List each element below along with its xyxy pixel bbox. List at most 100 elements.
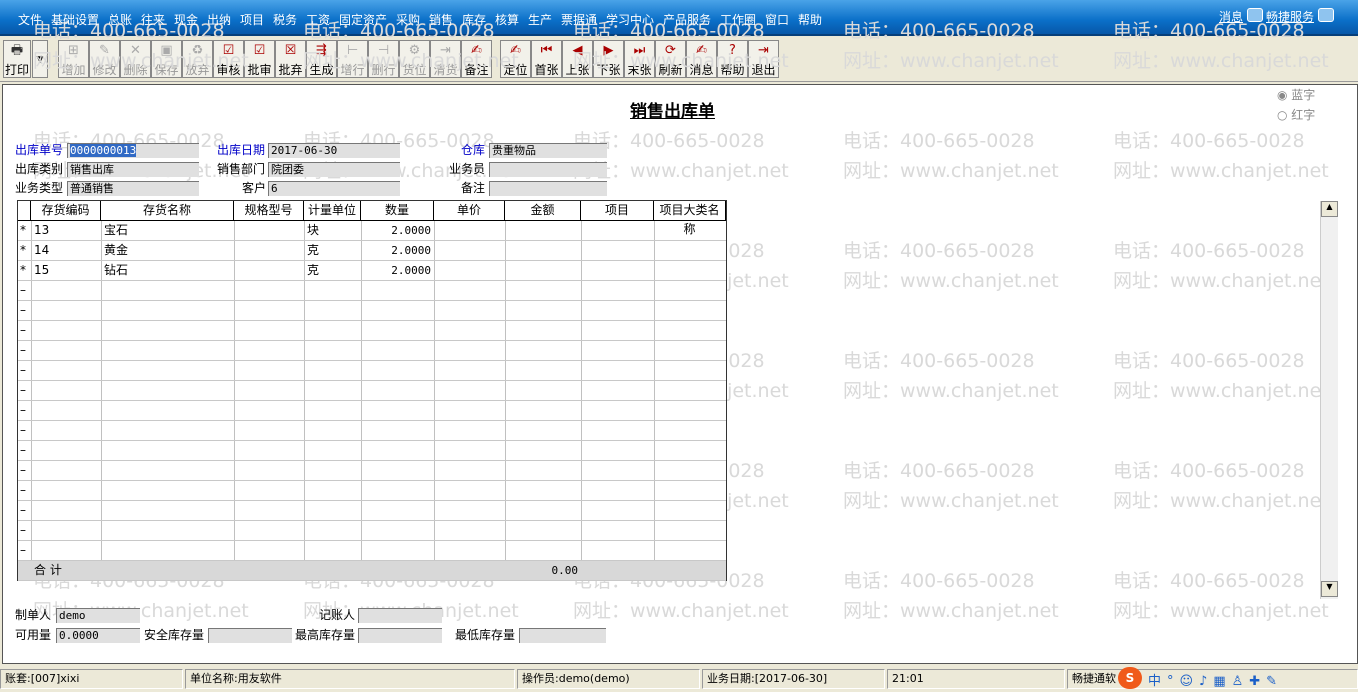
menu-item[interactable]: 帮助 (798, 11, 822, 28)
table-cell[interactable] (654, 261, 726, 280)
table-cell[interactable] (505, 261, 581, 280)
table-cell[interactable]: 钻石 (101, 261, 234, 280)
table-row[interactable]: – (18, 301, 726, 321)
table-cell[interactable] (234, 261, 304, 280)
menu-item[interactable]: 核算 (495, 11, 519, 28)
table-row[interactable]: – (18, 501, 726, 521)
table-row[interactable]: * 15 钻石 克 2.0000 (18, 261, 726, 281)
ime-toolbar-icons[interactable]: 中°☺♪▦♙✚✎ (1148, 670, 1283, 689)
bookkeeper-field[interactable] (358, 608, 442, 623)
note-button[interactable]: ✍ 备注 (461, 40, 492, 78)
table-cell[interactable]: 块 (304, 221, 361, 240)
table-row[interactable]: – (18, 441, 726, 461)
menu-item[interactable]: 库存 (462, 11, 486, 28)
column-header[interactable]: 存货名称 (101, 201, 234, 221)
discard-button[interactable]: ♻ 放弃 (182, 40, 213, 78)
table-cell[interactable] (581, 241, 654, 260)
menu-item[interactable]: 工资 (306, 11, 330, 28)
table-row[interactable]: – (18, 421, 726, 441)
add-button[interactable]: ⊞ 增加 (58, 40, 89, 78)
menu-item[interactable]: 生产 (528, 11, 552, 28)
batch-approve-button[interactable]: ☑ 批审 (244, 40, 275, 78)
out-date-field[interactable]: 2017-06-30 (268, 143, 400, 158)
table-cell[interactable] (654, 241, 726, 260)
out-type-field[interactable]: 销售出库 (67, 162, 199, 177)
table-cell[interactable]: 克 (304, 241, 361, 260)
dept-field[interactable]: 院团委 (268, 162, 400, 177)
table-cell[interactable]: 黄金 (101, 241, 234, 260)
available-field[interactable]: 0.0000 (56, 628, 140, 643)
table-cell[interactable] (434, 221, 505, 240)
warehouse-field[interactable]: 贵重物品 (489, 143, 607, 158)
items-grid[interactable]: 存货编码 存货名称 规格型号 计量单位 数量 单价 金额 项目 项目大类名称 * 13 宝石块 2.00… (17, 200, 727, 581)
approve-button[interactable]: ☑ 审核 (213, 40, 244, 78)
remark-field[interactable] (489, 181, 607, 196)
next-button[interactable]: ▶ 下张 (593, 40, 624, 78)
table-row[interactable]: – (18, 481, 726, 501)
table-cell[interactable]: 2.0000 (361, 221, 434, 240)
save-button[interactable]: ▣ 保存 (151, 40, 182, 78)
table-cell[interactable] (434, 241, 505, 260)
generate-button[interactable]: ⇶ 生成 (306, 40, 337, 78)
table-cell[interactable]: 克 (304, 261, 361, 280)
menu-item[interactable]: 工作圈 (720, 11, 756, 28)
column-header[interactable]: 规格型号 (234, 201, 304, 221)
table-row[interactable]: – (18, 321, 726, 341)
locate-button[interactable]: ✍ 定位 (500, 40, 531, 78)
table-cell[interactable] (581, 261, 654, 280)
menu-item[interactable]: 采购 (396, 11, 420, 28)
table-cell[interactable] (234, 241, 304, 260)
radio-blue[interactable]: ◉ 蓝字 (1277, 86, 1315, 103)
table-cell[interactable] (234, 221, 304, 240)
menu-item[interactable]: 票据通 (561, 11, 597, 28)
table-cell[interactable]: 14 (31, 241, 101, 260)
table-row[interactable]: – (18, 281, 726, 301)
menu-item[interactable]: 出纳 (207, 11, 231, 28)
salesman-field[interactable] (489, 162, 607, 177)
table-cell[interactable]: 2.0000 (361, 241, 434, 260)
column-header[interactable]: 项目 (581, 201, 654, 221)
table-row[interactable]: – (18, 461, 726, 481)
table-row[interactable]: – (18, 541, 726, 561)
safety-field[interactable] (208, 628, 292, 643)
table-cell[interactable] (434, 261, 505, 280)
exit-button[interactable]: ⇥ 退出 (748, 40, 779, 78)
messages-link[interactable]: 消息 (1219, 8, 1243, 25)
batch-abandon-button[interactable]: ☒ 批弃 (275, 40, 306, 78)
menu-item[interactable]: 学习中心 (606, 11, 654, 28)
scroll-up-icon[interactable]: ▲ (1321, 201, 1338, 217)
menu-item[interactable]: 税务 (273, 11, 297, 28)
menu-item[interactable]: 往来 (141, 11, 165, 28)
location-button[interactable]: ⚙ 货位 (399, 40, 430, 78)
menu-item[interactable]: 固定资产 (339, 11, 387, 28)
column-header[interactable]: 项目大类名称 (654, 201, 726, 236)
table-cell[interactable] (654, 221, 726, 240)
menu-item[interactable]: 现金 (174, 11, 198, 28)
scroll-down-icon[interactable]: ▼ (1321, 581, 1338, 597)
table-row[interactable]: – (18, 521, 726, 541)
ime-logo-icon[interactable]: S (1118, 667, 1142, 689)
first-button[interactable]: ⏮ 首张 (531, 40, 562, 78)
out-no-field[interactable]: 0000000013 (67, 143, 199, 158)
table-cell[interactable]: 2.0000 (361, 261, 434, 280)
menu-item[interactable]: 窗口 (765, 11, 789, 28)
table-cell[interactable]: 15 (31, 261, 101, 280)
prev-button[interactable]: ◀ 上张 (562, 40, 593, 78)
biz-type-field[interactable]: 普通销售 (67, 181, 199, 196)
table-row[interactable]: * 13 宝石 块 2.0000 (18, 221, 726, 241)
menu-item[interactable]: 基础设置 (51, 11, 99, 28)
help-button[interactable]: ? 帮助 (717, 40, 748, 78)
edit-button[interactable]: ✎ 修改 (89, 40, 120, 78)
menu-item[interactable]: 销售 (429, 11, 453, 28)
menu-item[interactable]: 项目 (240, 11, 264, 28)
table-cell[interactable] (505, 221, 581, 240)
table-row[interactable]: – (18, 361, 726, 381)
refresh-button[interactable]: ⟳ 刷新 (655, 40, 686, 78)
table-row[interactable]: – (18, 341, 726, 361)
column-header[interactable]: 计量单位 (304, 201, 361, 221)
table-row[interactable]: – (18, 401, 726, 421)
clear-goods-button[interactable]: ⇥ 清货 (430, 40, 461, 78)
radio-red[interactable]: ○ 红字 (1277, 106, 1315, 123)
column-header[interactable]: 金额 (505, 201, 581, 221)
max-field[interactable] (358, 628, 442, 643)
